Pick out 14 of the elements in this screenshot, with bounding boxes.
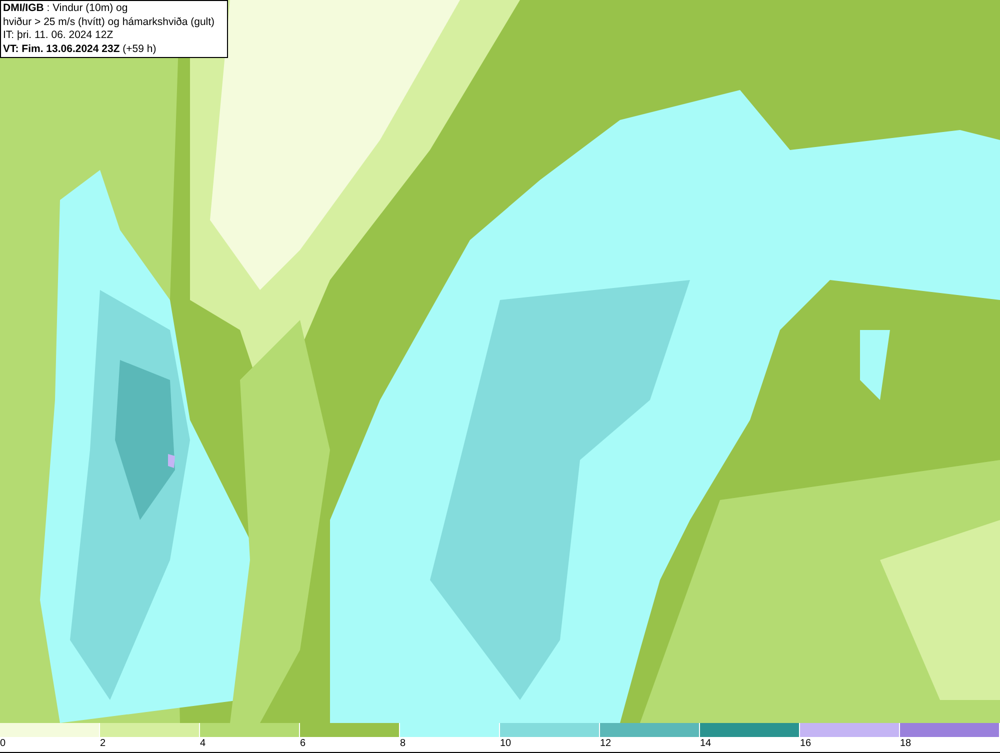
legend-label: 18 xyxy=(900,738,912,750)
legend-label: 2 xyxy=(100,738,106,750)
legend-label: 16 xyxy=(800,738,812,750)
legend-label: 10 xyxy=(500,738,512,750)
title-line: VT: Fim. 13.06.2024 23Z (+59 h) xyxy=(3,42,158,56)
title-line: IT: þri. 11. 06. 2024 12Z xyxy=(3,29,114,42)
legend-label: 12 xyxy=(600,738,612,750)
legend-label: 14 xyxy=(700,738,712,750)
title-line: hviður > 25 m/s (hvítt) og hámarkshviða (gult) xyxy=(3,16,216,29)
legend-label: 0 xyxy=(0,738,6,750)
title-line: DMI/IGB : Vindur (10m) og xyxy=(3,2,129,16)
legend-label: 8 xyxy=(400,738,406,750)
legend-label: 4 xyxy=(200,738,206,750)
legend-label: 6 xyxy=(300,738,306,750)
